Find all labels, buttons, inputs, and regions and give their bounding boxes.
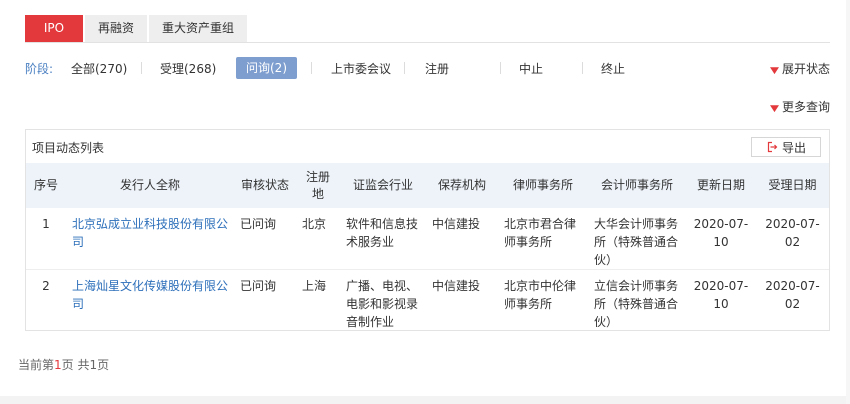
stage-divider — [141, 62, 142, 74]
pager-suffix: 页 — [97, 358, 110, 372]
cell-index: 1 — [42, 217, 50, 231]
col-header-accounting-firm[interactable]: 会计师事务所 — [588, 163, 686, 208]
panel-title: 项目动态列表 — [32, 141, 105, 155]
table-row: 2 上海灿星文化传媒股份有限公司 已问询 上海 广播、电视、电影和影视录音制作业… — [26, 270, 829, 332]
tab-refinancing[interactable]: 再融资 — [85, 15, 148, 42]
more-query-button[interactable]: ▼ 更多查询 — [770, 98, 830, 115]
col-header-update-date[interactable]: 更新日期 — [686, 163, 756, 208]
cell-accept-date: 2020-07-02 — [765, 279, 820, 311]
stage-filter: 阶段: 全部(270) 受理(268) 问询(2) 上市委会议 注册 中止 终止… — [25, 57, 830, 79]
cell-industry: 广播、电视、电影和影视录音制作业 — [346, 279, 419, 329]
col-header-location[interactable]: 注册地 — [296, 163, 340, 208]
stage-listing-committee[interactable]: 上市委会议 — [331, 60, 391, 77]
cell-sponsor: 中信建投 — [432, 217, 481, 231]
col-header-location-label: 注册地 — [305, 169, 330, 201]
pagination-info: 当前第1页 共1页 — [18, 356, 109, 373]
issuer-link[interactable]: 上海灿星文化传媒股份有限公司 — [72, 279, 228, 311]
expand-status-button[interactable]: ▼ 展开状态 — [770, 60, 830, 77]
col-header-index[interactable]: 序号 — [26, 163, 66, 208]
pager-total-pages: 1 — [89, 358, 98, 372]
stage-registration[interactable]: 注册 — [425, 60, 449, 77]
tab-asset-restructuring[interactable]: 重大资产重组 — [149, 15, 248, 42]
issuer-link[interactable]: 北京弘成立业科技股份有限公司 — [72, 217, 228, 249]
panel-header: 项目动态列表 导出 — [26, 130, 829, 163]
cell-update-date: 2020-07-10 — [693, 279, 749, 311]
table-header-row: 序号 发行人全称 审核状态 注册地 证监会行业 保荐机构 律师事务所 会计师事务… — [26, 163, 829, 208]
col-header-accept-date[interactable]: 受理日期 — [756, 163, 829, 208]
tab-ipo[interactable]: IPO — [25, 15, 83, 42]
pager-current-page: 1 — [54, 358, 62, 372]
col-header-industry[interactable]: 证监会行业 — [340, 163, 426, 208]
tab-divider — [25, 42, 830, 43]
stage-inquiry[interactable]: 问询(2) — [236, 57, 297, 79]
cell-status: 已问询 — [240, 279, 277, 293]
more-query-label: 更多查询 — [781, 100, 830, 114]
export-button[interactable]: 导出 — [751, 137, 821, 157]
stage-divider — [404, 62, 405, 74]
stage-terminated[interactable]: 终止 — [601, 60, 625, 77]
scroll-edge — [846, 0, 850, 404]
cell-sponsor: 中信建投 — [432, 279, 481, 293]
stage-label: 阶段: — [25, 62, 54, 76]
cell-accounting-firm: 立信会计师事务所（特殊普通合伙） — [594, 279, 679, 329]
cell-status: 已问询 — [240, 217, 277, 231]
project-list-panel: 项目动态列表 导出 序号 发行人全称 审核状态 注册地 证监会行业 保荐机构 律… — [25, 129, 830, 331]
cell-accept-date: 2020-07-02 — [765, 217, 820, 249]
chevron-down-icon: ▼ — [770, 66, 780, 76]
cell-industry: 软件和信息技术服务业 — [346, 217, 419, 249]
stage-divider — [582, 62, 583, 74]
export-icon — [767, 141, 778, 153]
pager-mid: 页 共 — [61, 358, 90, 372]
cell-location: 上海 — [302, 279, 327, 293]
project-table: 序号 发行人全称 审核状态 注册地 证监会行业 保荐机构 律师事务所 会计师事务… — [26, 163, 829, 331]
table-row: 1 北京弘成立业科技股份有限公司 已问询 北京 软件和信息技术服务业 中信建投 … — [26, 208, 829, 270]
cell-law-firm: 北京市中伦律师事务所 — [504, 279, 577, 311]
stage-suspended[interactable]: 中止 — [519, 60, 543, 77]
col-header-sponsor[interactable]: 保荐机构 — [426, 163, 498, 208]
pager-prefix: 当前第 — [18, 358, 55, 372]
bottom-divider — [0, 396, 850, 404]
export-label: 导出 — [781, 140, 806, 155]
stage-accepted[interactable]: 受理(268) — [160, 60, 216, 77]
cell-law-firm: 北京市君合律师事务所 — [504, 217, 577, 249]
expand-status-label: 展开状态 — [781, 62, 830, 76]
cell-update-date: 2020-07-10 — [693, 217, 749, 249]
stage-divider — [500, 62, 501, 74]
cell-location: 北京 — [302, 217, 327, 231]
stage-all[interactable]: 全部(270) — [71, 60, 127, 77]
cell-accounting-firm: 大华会计师事务所（特殊普通合伙） — [594, 217, 679, 267]
tab-bar: IPO 再融资 重大资产重组 — [25, 15, 249, 42]
col-header-issuer[interactable]: 发行人全称 — [66, 163, 234, 208]
cell-index: 2 — [42, 279, 50, 293]
col-header-law-firm[interactable]: 律师事务所 — [498, 163, 588, 208]
chevron-down-icon: ▼ — [770, 104, 780, 114]
col-header-status[interactable]: 审核状态 — [234, 163, 296, 208]
stage-divider — [311, 62, 312, 74]
